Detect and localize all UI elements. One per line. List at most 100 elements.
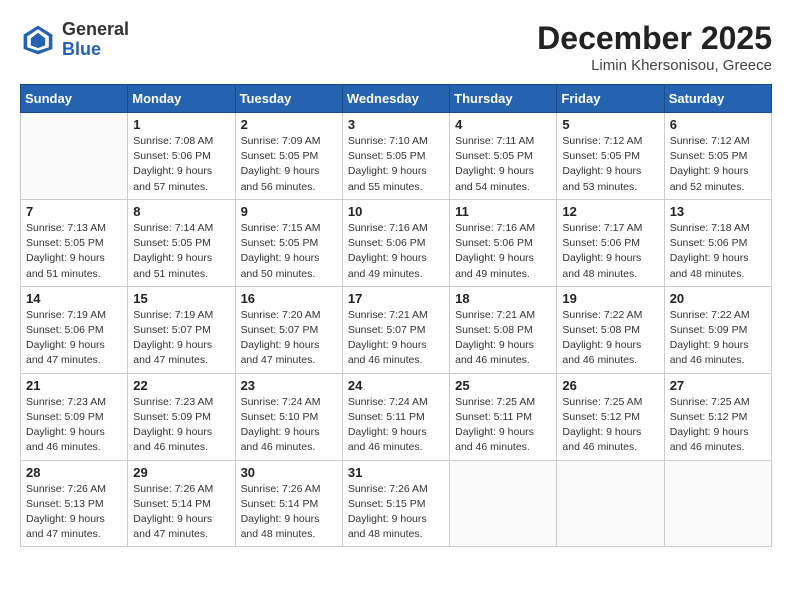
column-header-monday: Monday <box>128 85 235 113</box>
calendar-cell: 29 Sunrise: 7:26 AMSunset: 5:14 PMDayligh… <box>128 460 235 547</box>
day-info: Sunrise: 7:19 AMSunset: 5:06 PMDaylight:… <box>26 308 122 369</box>
calendar-week-row: 21Sunrise: 7:23 AMSunset: 5:09 PMDayligh… <box>21 373 772 460</box>
day-number: 8 <box>133 204 229 219</box>
calendar-cell: 19Sunrise: 7:22 AMSunset: 5:08 PMDayligh… <box>557 286 664 373</box>
calendar-cell: 10Sunrise: 7:16 AMSunset: 5:06 PMDayligh… <box>342 199 449 286</box>
day-info: Sunrise: 7:12 AMSunset: 5:05 PMDaylight:… <box>670 134 766 195</box>
day-number: 14 <box>26 291 122 306</box>
calendar-week-row: 14 Sunrise: 7:19 AMSunset: 5:06 PMDayligh… <box>21 286 772 373</box>
day-number: 16 <box>241 291 337 306</box>
calendar-cell: 16 Sunrise: 7:20 AMSunset: 5:07 PMDayligh… <box>235 286 342 373</box>
calendar-cell: 8 Sunrise: 7:14 AMSunset: 5:05 PMDaylight… <box>128 199 235 286</box>
calendar-cell: 23Sunrise: 7:24 AMSunset: 5:10 PMDayligh… <box>235 373 342 460</box>
calendar-cell: 20Sunrise: 7:22 AMSunset: 5:09 PMDayligh… <box>664 286 771 373</box>
calendar-week-row: 1 Sunrise: 7:08 AMSunset: 5:06 PMDaylight… <box>21 113 772 200</box>
day-info: Sunrise: 7:18 AMSunset: 5:06 PMDaylight:… <box>670 221 766 282</box>
day-info: Sunrise: 7:17 AMSunset: 5:06 PMDaylight:… <box>562 221 658 282</box>
day-number: 24 <box>348 378 444 393</box>
day-number: 11 <box>455 204 551 219</box>
logo-text: General Blue <box>62 20 129 60</box>
calendar-cell: 25 Sunrise: 7:25 AMSunset: 5:11 PMDayligh… <box>450 373 557 460</box>
day-info: Sunrise: 7:09 AMSunset: 5:05 PMDaylight:… <box>241 134 337 195</box>
location: Limin Khersonisou, Greece <box>537 57 772 74</box>
day-number: 2 <box>241 117 337 132</box>
calendar-cell <box>557 460 664 547</box>
day-number: 4 <box>455 117 551 132</box>
day-number: 3 <box>348 117 444 132</box>
day-number: 9 <box>241 204 337 219</box>
day-info: Sunrise: 7:20 AMSunset: 5:07 PMDaylight:… <box>241 308 337 369</box>
calendar-cell: 15 Sunrise: 7:19 AMSunset: 5:07 PMDayligh… <box>128 286 235 373</box>
column-header-saturday: Saturday <box>664 85 771 113</box>
day-info: Sunrise: 7:16 AMSunset: 5:06 PMDaylight:… <box>455 221 551 282</box>
day-number: 28 <box>26 465 122 480</box>
day-info: Sunrise: 7:23 AMSunset: 5:09 PMDaylight:… <box>26 395 122 456</box>
day-info: Sunrise: 7:14 AMSunset: 5:05 PMDaylight:… <box>133 221 229 282</box>
calendar-cell: 1 Sunrise: 7:08 AMSunset: 5:06 PMDaylight… <box>128 113 235 200</box>
day-number: 15 <box>133 291 229 306</box>
day-number: 23 <box>241 378 337 393</box>
calendar-cell: 27 Sunrise: 7:25 AMSunset: 5:12 PMDayligh… <box>664 373 771 460</box>
day-info: Sunrise: 7:26 AMSunset: 5:14 PMDaylight:… <box>241 482 337 543</box>
calendar-cell: 21Sunrise: 7:23 AMSunset: 5:09 PMDayligh… <box>21 373 128 460</box>
day-info: Sunrise: 7:15 AMSunset: 5:05 PMDaylight:… <box>241 221 337 282</box>
day-info: Sunrise: 7:26 AMSunset: 5:14 PMDaylight:… <box>133 482 229 543</box>
calendar-cell: 22Sunrise: 7:23 AMSunset: 5:09 PMDayligh… <box>128 373 235 460</box>
day-info: Sunrise: 7:22 AMSunset: 5:09 PMDaylight:… <box>670 308 766 369</box>
day-info: Sunrise: 7:25 AMSunset: 5:11 PMDaylight:… <box>455 395 551 456</box>
day-info: Sunrise: 7:25 AMSunset: 5:12 PMDaylight:… <box>562 395 658 456</box>
day-number: 30 <box>241 465 337 480</box>
day-number: 18 <box>455 291 551 306</box>
column-header-thursday: Thursday <box>450 85 557 113</box>
title-block: December 2025 Limin Khersonisou, Greece <box>537 20 772 74</box>
calendar-week-row: 28Sunrise: 7:26 AMSunset: 5:13 PMDayligh… <box>21 460 772 547</box>
calendar-cell: 11 Sunrise: 7:16 AMSunset: 5:06 PMDayligh… <box>450 199 557 286</box>
day-number: 12 <box>562 204 658 219</box>
calendar-cell: 26 Sunrise: 7:25 AMSunset: 5:12 PMDayligh… <box>557 373 664 460</box>
day-info: Sunrise: 7:21 AMSunset: 5:07 PMDaylight:… <box>348 308 444 369</box>
column-header-tuesday: Tuesday <box>235 85 342 113</box>
day-info: Sunrise: 7:26 AMSunset: 5:15 PMDaylight:… <box>348 482 444 543</box>
calendar-cell: 18 Sunrise: 7:21 AMSunset: 5:08 PMDayligh… <box>450 286 557 373</box>
calendar-cell: 4 Sunrise: 7:11 AMSunset: 5:05 PMDaylight… <box>450 113 557 200</box>
calendar-cell: 31Sunrise: 7:26 AMSunset: 5:15 PMDayligh… <box>342 460 449 547</box>
calendar-cell: 24 Sunrise: 7:24 AMSunset: 5:11 PMDayligh… <box>342 373 449 460</box>
day-number: 19 <box>562 291 658 306</box>
day-number: 5 <box>562 117 658 132</box>
day-number: 17 <box>348 291 444 306</box>
day-info: Sunrise: 7:24 AMSunset: 5:11 PMDaylight:… <box>348 395 444 456</box>
day-info: Sunrise: 7:11 AMSunset: 5:05 PMDaylight:… <box>455 134 551 195</box>
day-number: 26 <box>562 378 658 393</box>
calendar-cell: 14 Sunrise: 7:19 AMSunset: 5:06 PMDayligh… <box>21 286 128 373</box>
calendar-cell <box>21 113 128 200</box>
column-header-sunday: Sunday <box>21 85 128 113</box>
calendar-cell: 5 Sunrise: 7:12 AMSunset: 5:05 PMDaylight… <box>557 113 664 200</box>
day-info: Sunrise: 7:25 AMSunset: 5:12 PMDaylight:… <box>670 395 766 456</box>
day-number: 6 <box>670 117 766 132</box>
day-info: Sunrise: 7:12 AMSunset: 5:05 PMDaylight:… <box>562 134 658 195</box>
day-info: Sunrise: 7:13 AMSunset: 5:05 PMDaylight:… <box>26 221 122 282</box>
day-number: 27 <box>670 378 766 393</box>
calendar-cell <box>450 460 557 547</box>
day-number: 7 <box>26 204 122 219</box>
day-info: Sunrise: 7:21 AMSunset: 5:08 PMDaylight:… <box>455 308 551 369</box>
calendar-cell: 12 Sunrise: 7:17 AMSunset: 5:06 PMDayligh… <box>557 199 664 286</box>
calendar-cell: 13 Sunrise: 7:18 AMSunset: 5:06 PMDayligh… <box>664 199 771 286</box>
calendar-cell: 7 Sunrise: 7:13 AMSunset: 5:05 PMDaylight… <box>21 199 128 286</box>
logo-icon <box>20 22 56 58</box>
day-number: 1 <box>133 117 229 132</box>
calendar-week-row: 7 Sunrise: 7:13 AMSunset: 5:05 PMDaylight… <box>21 199 772 286</box>
calendar-header-row: SundayMondayTuesdayWednesdayThursdayFrid… <box>21 85 772 113</box>
day-info: Sunrise: 7:08 AMSunset: 5:06 PMDaylight:… <box>133 134 229 195</box>
calendar-cell: 17 Sunrise: 7:21 AMSunset: 5:07 PMDayligh… <box>342 286 449 373</box>
day-number: 13 <box>670 204 766 219</box>
calendar-cell: 3Sunrise: 7:10 AMSunset: 5:05 PMDaylight… <box>342 113 449 200</box>
day-number: 22 <box>133 378 229 393</box>
column-header-wednesday: Wednesday <box>342 85 449 113</box>
day-number: 10 <box>348 204 444 219</box>
day-number: 25 <box>455 378 551 393</box>
day-info: Sunrise: 7:19 AMSunset: 5:07 PMDaylight:… <box>133 308 229 369</box>
page-header: General Blue December 2025 Limin Kherson… <box>20 20 772 74</box>
day-number: 29 <box>133 465 229 480</box>
calendar-cell: 2 Sunrise: 7:09 AMSunset: 5:05 PMDaylight… <box>235 113 342 200</box>
